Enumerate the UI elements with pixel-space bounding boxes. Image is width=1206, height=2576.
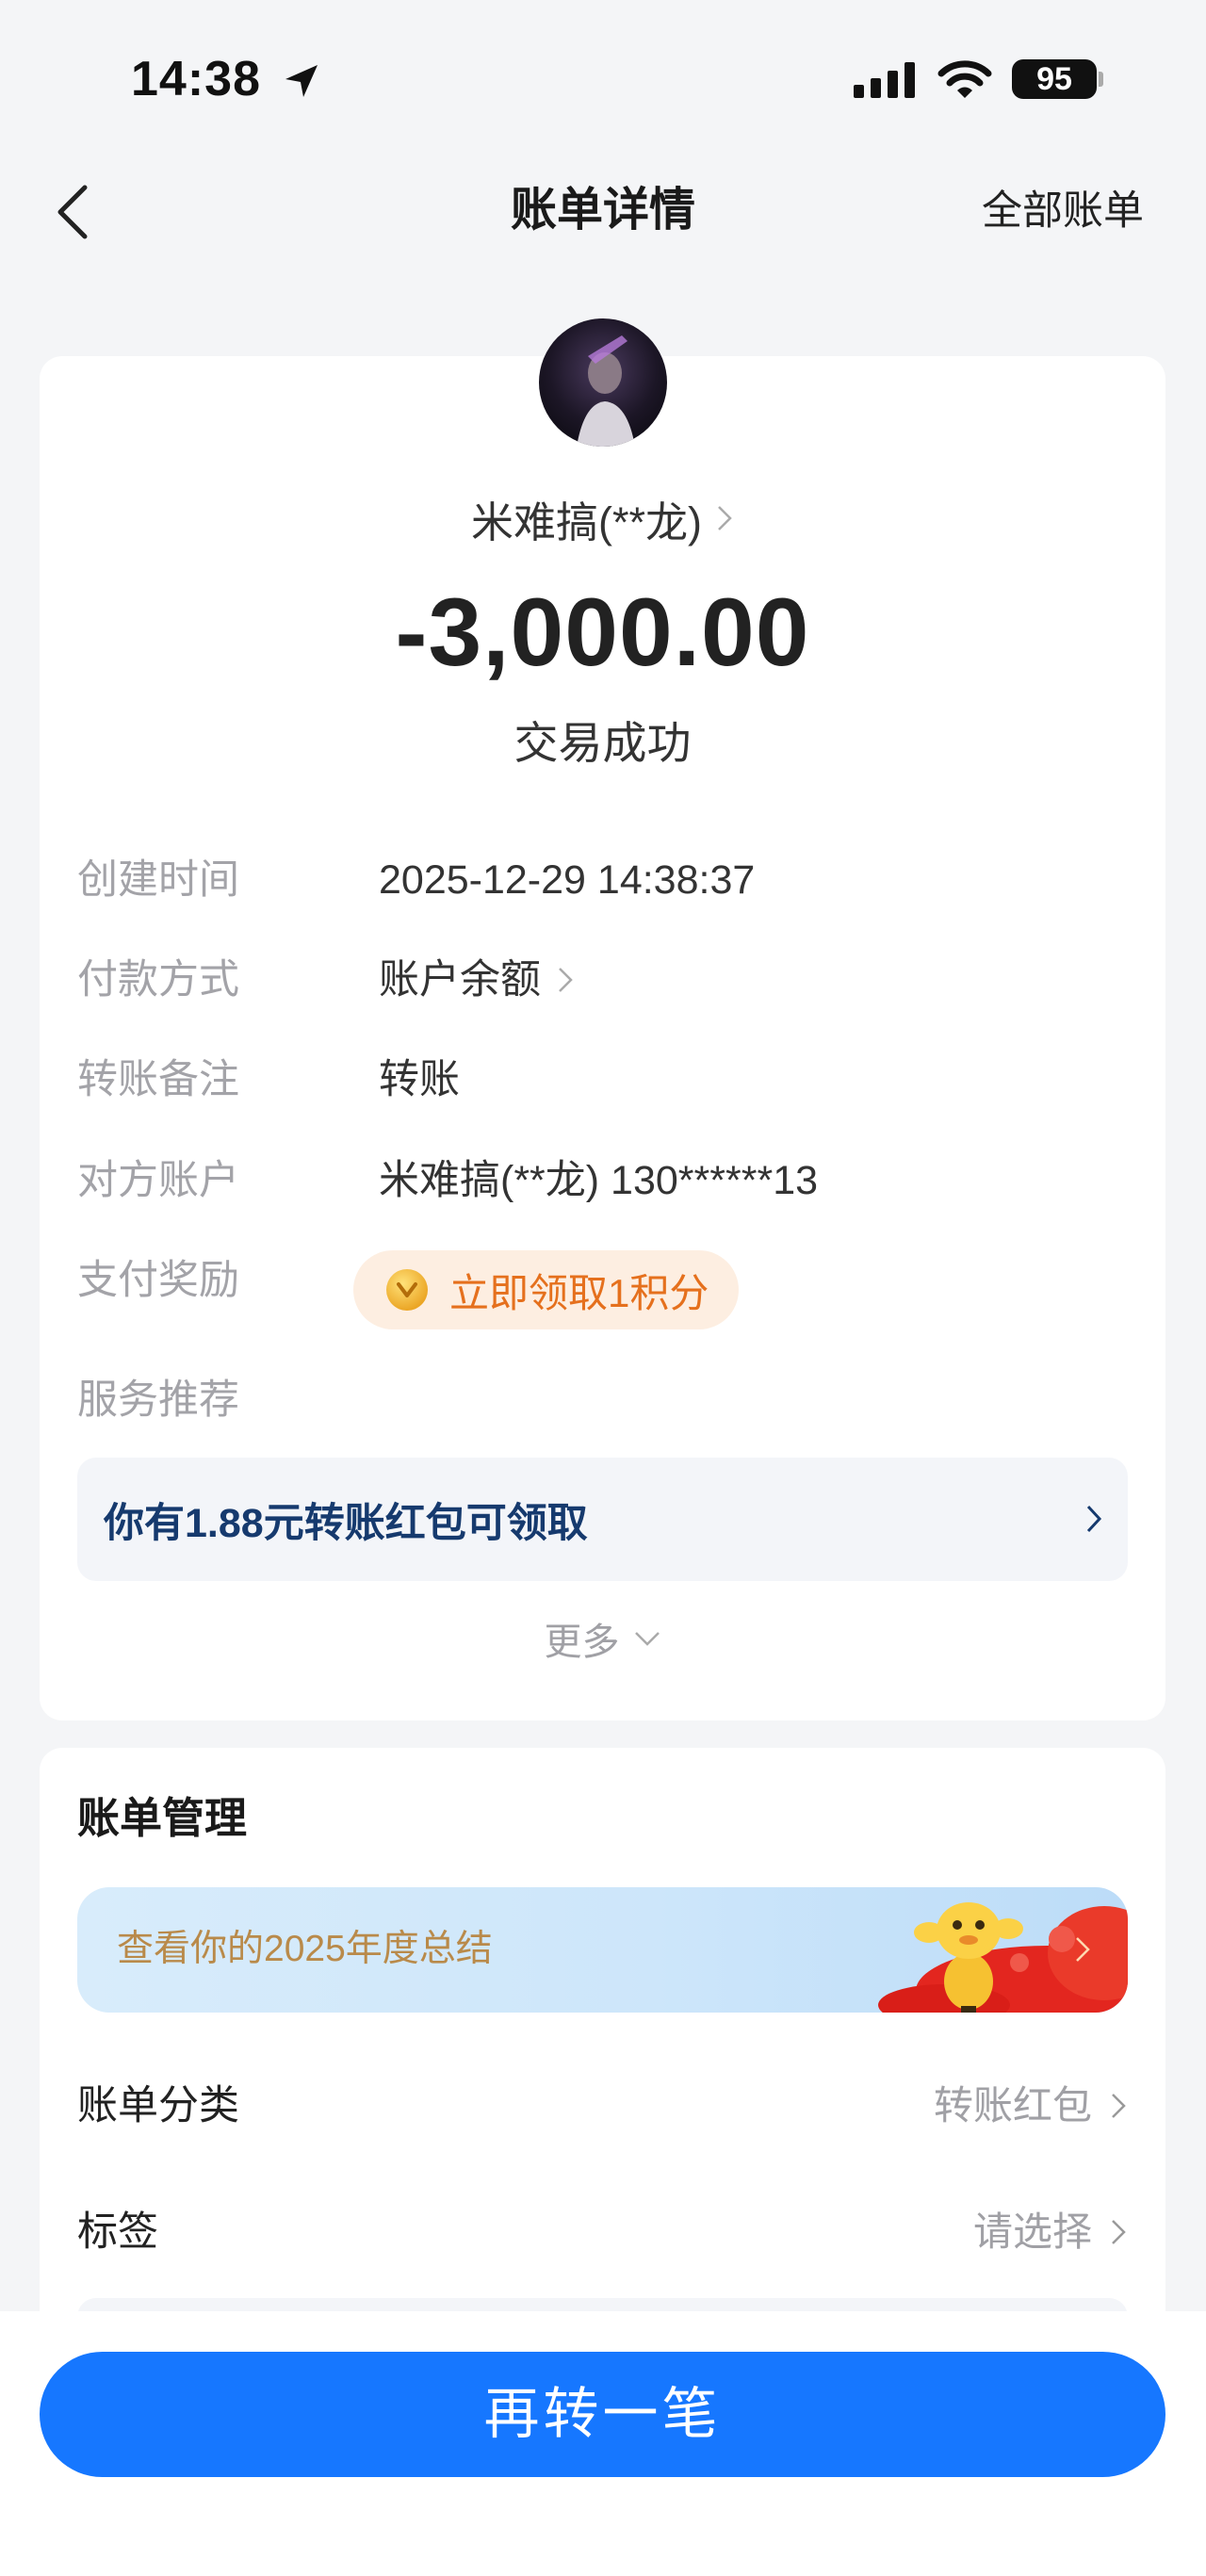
promo-text: 你有1.88元转账红包可领取 bbox=[104, 1500, 588, 1546]
transfer-again-button[interactable]: 再转一笔 bbox=[40, 2352, 1165, 2477]
detail-value: 转账 bbox=[379, 1057, 460, 1102]
bill-category-value: 转账红包 bbox=[933, 2083, 1092, 2128]
created-time-value: 2025-12-29 14:38:37 bbox=[379, 854, 755, 906]
avatar[interactable] bbox=[539, 318, 667, 447]
detail-value: 米难搞(**龙) 130******13 bbox=[379, 1158, 819, 1203]
transaction-status: 交易成功 bbox=[513, 718, 692, 768]
tag-value: 请选择 bbox=[972, 2209, 1092, 2254]
detail-label: 转账备注 bbox=[77, 1057, 239, 1102]
more-toggle[interactable]: 更多 bbox=[40, 1612, 1165, 1665]
chevron-right-icon bbox=[1086, 1505, 1102, 1533]
points-coin-icon bbox=[386, 1269, 428, 1311]
counterparty-account-value: 米难搞(**龙) 130******13 bbox=[379, 1154, 818, 1207]
bill-category-select[interactable]: 转账红包 bbox=[934, 2079, 1128, 2132]
annual-summary-banner[interactable]: 查看你的2025年度总结 bbox=[77, 1887, 1128, 2013]
detail-label: 对方账户 bbox=[77, 1158, 239, 1203]
status-time: 14:38 bbox=[131, 52, 261, 106]
all-bills-link[interactable]: 全部账单 bbox=[982, 187, 1144, 236]
chevron-right-icon bbox=[718, 506, 732, 530]
red-packet-promo[interactable]: 你有1.88元转账红包可领取 bbox=[77, 1458, 1128, 1581]
transfer-note-value: 转账 bbox=[379, 1053, 460, 1106]
location-arrow-icon bbox=[285, 65, 318, 97]
bottom-action-bar: 再转一笔 bbox=[0, 2311, 1206, 2576]
counterparty-row[interactable]: 米难搞(**龙) bbox=[40, 490, 1165, 546]
transaction-card: 米难搞(**龙) -3,000.00 交易成功 创建时间 2025-12-29 … bbox=[40, 356, 1165, 1720]
reward-label: 支付奖励 bbox=[77, 1258, 239, 1303]
detail-value: 账户余额 bbox=[379, 957, 541, 1003]
detail-label: 创建时间 bbox=[77, 857, 239, 903]
bill-category-label: 账单分类 bbox=[77, 2083, 239, 2128]
avatar-image bbox=[539, 318, 667, 447]
chevron-right-icon bbox=[1112, 2094, 1126, 2118]
detail-value: 2025-12-29 14:38:37 bbox=[379, 857, 756, 903]
section-title: 账单管理 bbox=[77, 1794, 248, 1842]
payment-method-value[interactable]: 账户余额 bbox=[379, 954, 575, 1006]
signal-icon bbox=[854, 62, 915, 98]
battery-nub bbox=[1099, 72, 1103, 87]
chevron-right-icon bbox=[559, 968, 573, 992]
chevron-down-icon bbox=[634, 1632, 660, 1646]
service-label: 服务推荐 bbox=[77, 1378, 239, 1423]
battery-icon: 95 bbox=[1012, 59, 1097, 99]
detail-label: 付款方式 bbox=[77, 957, 239, 1003]
banner-text: 查看你的2025年度总结 bbox=[117, 1929, 493, 1969]
claim-points-label: 立即领取1积分 bbox=[449, 1270, 709, 1315]
chevron-right-icon bbox=[1112, 2220, 1126, 2244]
tag-select[interactable]: 请选择 bbox=[973, 2206, 1128, 2258]
claim-points-button[interactable]: 立即领取1积分 bbox=[353, 1250, 739, 1329]
more-label: 更多 bbox=[544, 1622, 620, 1663]
counterparty-name: 米难搞(**龙) bbox=[471, 497, 702, 546]
chevron-right-icon bbox=[1076, 1937, 1090, 1962]
amount: -3,000.00 bbox=[395, 579, 810, 686]
wifi-icon bbox=[937, 60, 992, 98]
tag-label: 标签 bbox=[77, 2209, 158, 2255]
